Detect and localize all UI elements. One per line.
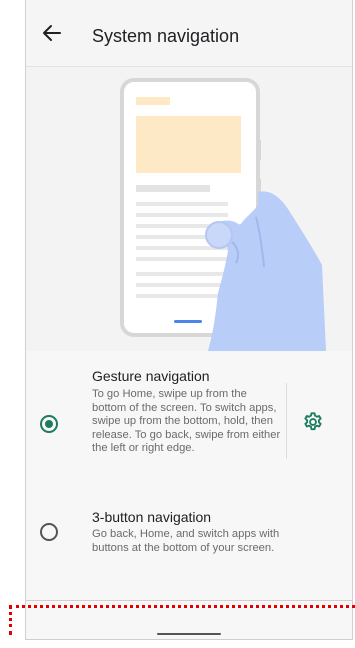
option-3-button-navigation[interactable]: 3-button navigation Go back, Home, and s… [26, 491, 352, 581]
gesture-illustration [26, 67, 352, 351]
three-button-radio[interactable] [40, 523, 58, 541]
divider [286, 383, 287, 459]
settings-screen: System navigation Gesture navigation To … [25, 0, 353, 640]
top-app-bar: System navigation [26, 0, 352, 67]
option-title: 3-button navigation [92, 509, 212, 525]
gear-icon[interactable] [302, 411, 324, 433]
page-title: System navigation [92, 26, 240, 46]
navigation-options: Gesture navigation To go Home, swipe up … [26, 351, 352, 639]
arrow-left-icon[interactable] [40, 21, 64, 45]
highlight-box [9, 605, 355, 635]
option-description: Go back, Home, and switch apps with butt… [92, 528, 280, 554]
option-title: Gesture navigation [92, 368, 210, 384]
phone-hand-illustration [120, 78, 326, 351]
gesture-radio[interactable] [40, 415, 58, 433]
option-description: To go Home, swipe up from the bottom of … [92, 388, 281, 455]
option-gesture-navigation[interactable]: Gesture navigation To go Home, swipe up … [26, 351, 352, 491]
